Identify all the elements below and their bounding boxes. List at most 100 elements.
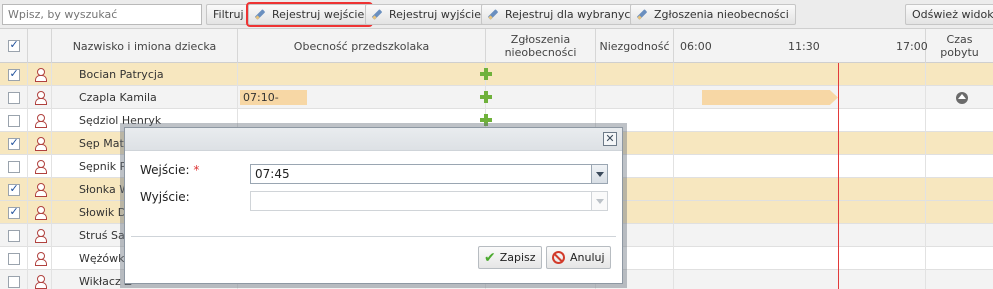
row-checkbox[interactable] [7,182,20,196]
chevron-down-icon[interactable] [591,165,607,183]
absence-cell[interactable] [486,86,596,109]
pencil-icon [372,9,385,20]
row-select-cell[interactable] [0,109,28,132]
header-presence[interactable]: Obecność przedszkolaka [238,29,486,63]
row-select-cell[interactable] [0,178,28,201]
register-exit-button[interactable]: Rejestruj wyjście [365,4,488,25]
register-selected-button[interactable]: Rejestruj dla wybranych [481,4,645,25]
pencil-icon [255,9,268,20]
stay-time-cell [926,155,993,178]
row-select-cell[interactable] [0,270,28,289]
row-icon-cell [28,247,52,270]
entry-field-label: Wejście: * [140,163,199,177]
row-select-cell[interactable] [0,224,28,247]
row-icon-cell [28,63,52,86]
row-icon-cell [28,201,52,224]
select-all-checkbox[interactable] [7,38,20,52]
header-icon-col [28,29,52,63]
child-icon [34,114,47,128]
stay-time-cell [926,224,993,247]
row-checkbox[interactable] [7,205,20,219]
row-checkbox[interactable] [7,252,20,265]
checkmark-icon: ✔ [484,249,496,266]
child-name: Czapla Kamila [52,86,238,109]
dialog-header: ✕ [125,128,622,151]
table-header: Nazwisko i imiona dziecka Obecność przed… [0,29,993,63]
pencil-icon [488,9,501,20]
save-button[interactable]: ✔ Zapisz [478,246,542,269]
child-icon [34,137,47,151]
row-select-cell[interactable] [0,247,28,270]
header-name[interactable]: Nazwisko i imiona dziecka [52,29,238,63]
exit-time-combo[interactable] [250,191,608,211]
add-plus-icon[interactable] [480,68,492,80]
absence-reports-button[interactable]: Zgłoszenia nieobecności [630,4,796,25]
child-icon [34,91,47,105]
entry-label-text: Wejście: [140,163,190,177]
child-icon [34,275,47,289]
add-plus-icon[interactable] [480,91,492,103]
header-absence-reports-label: Zgłoszenia nieobecności [504,33,577,59]
table-row[interactable]: Bocian Patrycja [0,63,993,86]
chevron-down-icon [591,192,607,210]
row-checkbox[interactable] [7,136,20,150]
header-stay-time[interactable]: Czas pobytu [926,29,993,63]
row-select-cell[interactable] [0,63,28,86]
row-icon-cell [28,178,52,201]
current-time-line [838,63,839,289]
child-icon [34,252,47,266]
row-select-cell[interactable] [0,86,28,109]
absence-reports-label: Zgłoszenia nieobecności [654,8,789,21]
entry-time-combo[interactable]: 07:45 [250,164,608,184]
arrow-up-icon[interactable] [956,92,968,104]
absence-cell[interactable] [486,63,596,86]
stay-time-cell [926,132,993,155]
stay-time-cell [926,109,993,132]
child-name: Bocian Patrycja [52,63,238,86]
search-input[interactable] [2,4,202,25]
header-mismatch[interactable]: Niezgodność [596,29,674,63]
register-selected-label: Rejestruj dla wybranych [505,8,638,21]
cancel-button[interactable]: Anuluj [546,246,611,269]
refresh-view-button[interactable]: Odśwież widok [905,4,993,25]
row-checkbox[interactable] [7,114,20,127]
row-icon-cell [28,224,52,247]
exit-field-label: Wyjście: [140,190,190,204]
filter-button[interactable]: Filtruj [206,4,251,25]
row-icon-cell [28,132,52,155]
row-select-cell[interactable] [0,155,28,178]
timeline-cell [674,109,926,132]
header-name-label: Nazwisko i imiona dziecka [72,39,217,53]
row-checkbox[interactable] [7,91,20,104]
table-row[interactable]: Czapla Kamila 07:10- [0,86,993,109]
row-checkbox[interactable] [7,275,20,288]
header-select-all[interactable] [0,29,28,63]
timeline-cell [674,63,926,86]
required-mark: * [193,163,200,177]
cancel-icon [552,251,565,264]
presence-time-bar[interactable]: 07:10- [240,90,307,105]
add-plus-icon[interactable] [480,114,492,126]
cancel-button-label: Anuluj [570,251,605,264]
close-icon[interactable]: ✕ [603,132,617,146]
header-absence-reports[interactable]: Zgłoszenia nieobecności [486,29,596,63]
stay-time-cell [926,63,993,86]
register-entry-button[interactable]: Rejestruj wejście [245,2,374,27]
row-icon-cell [28,155,52,178]
refresh-view-label: Odśwież widok [912,8,993,21]
row-select-cell[interactable] [0,132,28,155]
row-icon-cell [28,86,52,109]
row-icon-cell [28,270,52,289]
row-checkbox[interactable] [7,160,20,173]
row-checkbox[interactable] [7,229,20,242]
pencil-icon [637,9,650,20]
row-select-cell[interactable] [0,201,28,224]
child-icon [34,183,47,197]
filter-button-label: Filtruj [213,8,244,21]
row-icon-cell [28,109,52,132]
timeline-cell [674,247,926,270]
row-checkbox[interactable] [7,67,20,81]
child-icon [34,206,47,220]
stay-time-cell [926,247,993,270]
presence-cell[interactable] [238,63,486,86]
